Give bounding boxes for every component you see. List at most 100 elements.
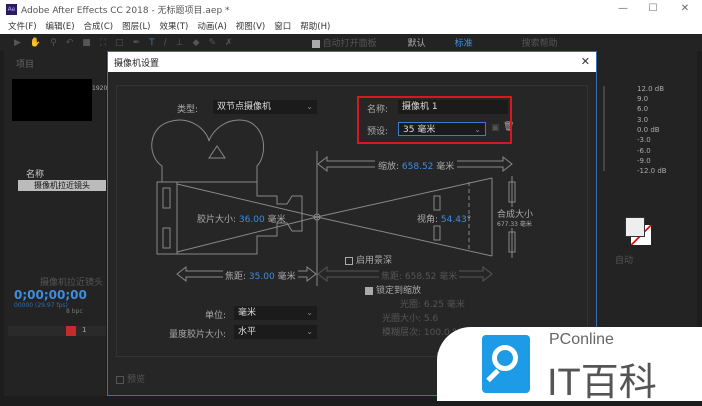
dof-checkbox[interactable]: 启用景深 (345, 253, 392, 266)
text-tool-icon[interactable]: T (149, 38, 155, 48)
menu-composition[interactable]: 合成(C) (84, 20, 114, 32)
focal-length-label: 焦距: (225, 272, 247, 282)
minimize-button[interactable]: — (608, 0, 638, 18)
roto-tool-icon[interactable]: ✎ (208, 38, 216, 48)
fstop-label: 光圈大小: (382, 314, 422, 324)
auto-open-checkbox[interactable]: 自动打开面板 (311, 36, 377, 49)
bpc-button[interactable]: 8 bpc (66, 308, 83, 315)
menu-window[interactable]: 窗口 (274, 20, 291, 32)
camera-type-value: 双节点摄像机 (217, 102, 272, 112)
camera-triangle (208, 145, 226, 159)
camera-type-select[interactable]: 双节点摄像机 ⌄ (213, 100, 317, 114)
layer-index: 1 (82, 326, 87, 334)
zoom-label: 缩放: (378, 162, 400, 172)
window-titlebar: Ae Adobe After Effects CC 2018 - 无标题项目.a… (0, 0, 702, 18)
name-column-header[interactable]: 名称 (26, 167, 44, 180)
selection-tool-icon[interactable]: ▶ (14, 38, 21, 48)
menu-bar: 文件(F) 编辑(E) 合成(C) 图层(L) 效果(T) 动画(A) 视图(V… (0, 18, 702, 34)
paint-mode[interactable]: 自动 (615, 253, 633, 266)
camera-reel-outline (151, 119, 265, 182)
audio-level: 0.0 dB (637, 126, 660, 134)
audio-level: -9.0 (637, 157, 651, 165)
hand-tool-icon[interactable]: ✋ (30, 38, 41, 48)
project-tab[interactable]: 项目 (16, 57, 34, 70)
angle-value[interactable]: 54.43 (441, 215, 467, 225)
menu-layer[interactable]: 图层(L) (122, 20, 150, 32)
project-item-name: 摄像机拉近镜头 (34, 181, 90, 190)
menu-help[interactable]: 帮助(H) (300, 20, 330, 32)
dialog-titlebar: 摄像机设置 ✕ (108, 52, 596, 72)
aperture-label: 光圈: (400, 300, 422, 310)
audio-level: 6.0 (637, 105, 649, 113)
preview-label: 预览 (127, 375, 146, 385)
menu-animation[interactable]: 动画(A) (197, 20, 226, 32)
stamp-tool-icon[interactable]: ⊥ (176, 38, 184, 48)
focus-distance-value: 658.52 毫米 (404, 272, 458, 282)
project-item[interactable]: 摄像机拉近镜头 (18, 180, 106, 191)
maximize-button[interactable]: ☐ (638, 0, 668, 18)
chevron-down-icon: ⌄ (306, 308, 313, 317)
lock-to-zoom-label: 锁定到缩放 (376, 286, 422, 296)
comp-size-value: 677.33 毫米 (497, 219, 532, 228)
layer-row[interactable]: 1 (8, 326, 106, 336)
aperture-readout: 光圈: 6.25 毫米 (400, 297, 465, 310)
camera-film-box (156, 181, 178, 255)
foreground-color-swatch[interactable] (625, 217, 645, 237)
units-value: 毫米 (238, 308, 257, 318)
angle-unit: ° (466, 215, 472, 225)
focal-length-readout: 焦距: 35.00 毫米 (223, 269, 298, 282)
close-window-button[interactable]: ✕ (670, 0, 700, 18)
eraser-tool-icon[interactable]: ◆ (193, 38, 200, 48)
focal-length-unit: 毫米 (277, 272, 296, 282)
pen-tool-icon[interactable]: ✒ (133, 38, 141, 48)
workspace-standard[interactable]: 标准 (455, 36, 473, 49)
units-select[interactable]: 毫米 ⌄ (234, 306, 317, 320)
camera-tool-icon[interactable]: ■ (82, 38, 91, 48)
project-thumbnail (12, 79, 92, 121)
app-logo: Ae (6, 3, 17, 15)
camera-settings-panel: 类型: 双节点摄像机 ⌄ 名称: 摄像机 1 预设: 35 毫米 ⌄ ▣ 🗑 缩放:… (116, 85, 588, 357)
rect-tool-icon[interactable]: □ (115, 38, 124, 48)
angle-label: 视角: (417, 215, 439, 225)
watermark: PConline IT百科 (437, 327, 702, 404)
measure-film-select[interactable]: 水平 ⌄ (234, 325, 317, 339)
zoom-value[interactable]: 658.52 (402, 162, 434, 172)
lock-to-zoom-checkbox[interactable]: 锁定到缩放 (365, 283, 421, 296)
chevron-down-icon: ⌄ (306, 327, 313, 336)
audio-level: -3.0 (637, 136, 651, 144)
layer-color-label[interactable] (66, 326, 76, 336)
watermark-text: IT百科 (547, 362, 657, 404)
search-help[interactable]: 搜索帮助 (522, 36, 558, 49)
zoom-tool-icon[interactable]: ⚲ (50, 38, 57, 48)
tools-panel: ▶ ✋ ⚲ ↶ ■ ⛶ □ ✒ T / ⊥ ◆ ✎ ✗ 自动打开面板 默认 标准… (0, 34, 702, 51)
brush-tool-icon[interactable]: / (164, 38, 167, 48)
preview-checkbox[interactable]: 预览 (116, 372, 145, 385)
menu-effect[interactable]: 效果(T) (160, 20, 189, 32)
zoom-unit: 毫米 (436, 162, 455, 172)
fstop-readout: 光圈大小: 5.6 (382, 311, 438, 324)
comp-tab[interactable]: 摄像机拉近镜头 (40, 275, 103, 288)
focus-distance-label: 焦距: (381, 272, 403, 282)
focal-length-value[interactable]: 35.00 (249, 272, 275, 282)
fps-readout: 00000 (29.97 fps) (14, 302, 68, 309)
timecode[interactable]: 0;00;00;00 (14, 288, 87, 302)
aperture-value: 6.25 毫米 (423, 300, 465, 310)
rotate-tool-icon[interactable]: ↶ (66, 38, 74, 48)
workspace-default[interactable]: 默认 (408, 36, 426, 49)
menu-view[interactable]: 视图(V) (236, 20, 265, 32)
film-size-value[interactable]: 36.00 (239, 215, 265, 225)
film-size-label: 胶片大小: (197, 215, 237, 225)
menu-file[interactable]: 文件(F) (8, 20, 37, 32)
audio-level: -6.0 (637, 147, 651, 155)
type-label: 类型: (177, 105, 199, 115)
dof-label: 启用景深 (356, 256, 393, 266)
menu-edit[interactable]: 编辑(E) (46, 20, 75, 32)
project-info: 1920 (92, 85, 108, 92)
watermark-logo-icon (482, 335, 530, 393)
pan-tool-icon[interactable]: ⛶ (100, 38, 106, 48)
audio-level: 12.0 dB (637, 85, 665, 93)
dialog-close-button[interactable]: ✕ (581, 55, 590, 68)
pin-tool-icon[interactable]: ✗ (225, 38, 233, 48)
measure-film-value: 水平 (238, 327, 257, 337)
blur-level-label: 模糊层次: (382, 328, 422, 338)
